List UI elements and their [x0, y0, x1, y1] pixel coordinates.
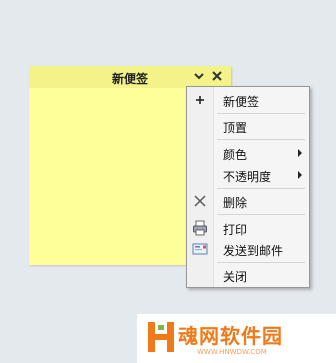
menu-item-label: 颜色 [223, 148, 248, 162]
menu-item-delete[interactable]: 删除 [187, 191, 309, 211]
menu-item-color[interactable]: 颜色 [187, 143, 309, 163]
menu-item-close[interactable]: 关闭 [187, 265, 309, 285]
watermark-brand: 魂网软件园 [178, 324, 283, 348]
menu-separator [217, 113, 305, 114]
submenu-arrow-icon [298, 149, 302, 157]
note-header[interactable]: 新便签 [29, 66, 231, 88]
plus-icon [192, 92, 208, 108]
menu-item-label: 不透明度 [223, 170, 272, 184]
submenu-arrow-icon [298, 171, 302, 179]
menu-item-pin-top[interactable]: 顶置 [187, 116, 309, 136]
printer-icon [192, 220, 208, 236]
email-icon [192, 241, 208, 257]
menu-separator [217, 214, 305, 215]
context-menu: 新便签 顶置 颜色 不透明度 删除 打印 发送到邮件 关闭 [186, 86, 310, 288]
menu-separator [217, 139, 305, 140]
watermark-url: WWW.HNWDW.COM [197, 348, 267, 356]
close-icon[interactable] [211, 70, 223, 82]
menu-item-send-email[interactable]: 发送到邮件 [187, 239, 309, 259]
watermark-logo: 魂网软件园 WWW.HNWDW.COM [137, 314, 336, 363]
menu-item-print[interactable]: 打印 [187, 218, 309, 238]
menu-item-label: 打印 [223, 223, 248, 237]
menu-item-new-note[interactable]: 新便签 [187, 90, 309, 110]
menu-item-label: 删除 [223, 196, 248, 210]
menu-item-label: 顶置 [223, 121, 248, 135]
menu-separator [217, 188, 305, 189]
chevron-down-icon[interactable] [193, 70, 205, 82]
logo-mark-icon [148, 322, 174, 352]
menu-item-label: 发送到邮件 [223, 244, 284, 258]
menu-item-label: 关闭 [223, 270, 248, 284]
close-x-icon [192, 193, 208, 209]
menu-item-label: 新便签 [223, 95, 260, 109]
menu-separator [217, 262, 305, 263]
menu-item-opacity[interactable]: 不透明度 [187, 165, 309, 185]
